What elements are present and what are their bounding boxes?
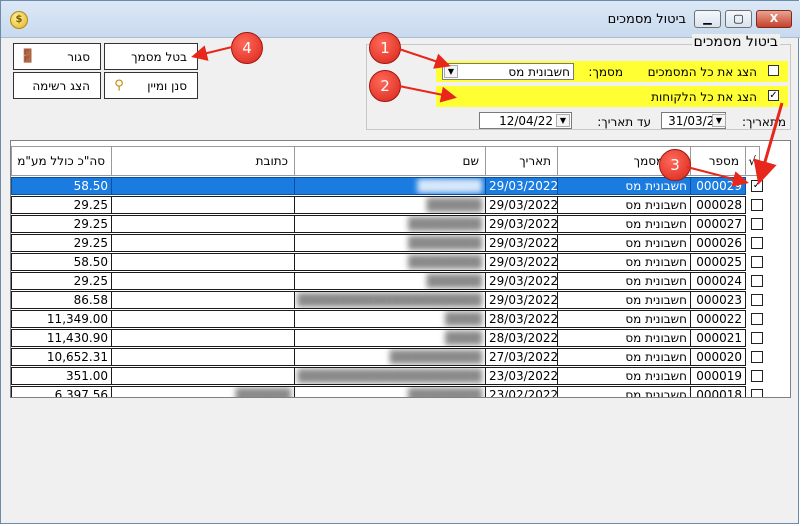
window: $ ביטול מסמכים ▁ ▢ X בטל מסמך 🚪 סגור ⚲ ס… [0, 0, 800, 524]
arrow-2 [398, 85, 457, 103]
arrow-5 [753, 102, 784, 185]
annotation-arrows [191, 45, 784, 187]
arrow-4 [191, 45, 233, 61]
arrow-3 [686, 166, 749, 187]
arrow-1 [398, 48, 451, 69]
